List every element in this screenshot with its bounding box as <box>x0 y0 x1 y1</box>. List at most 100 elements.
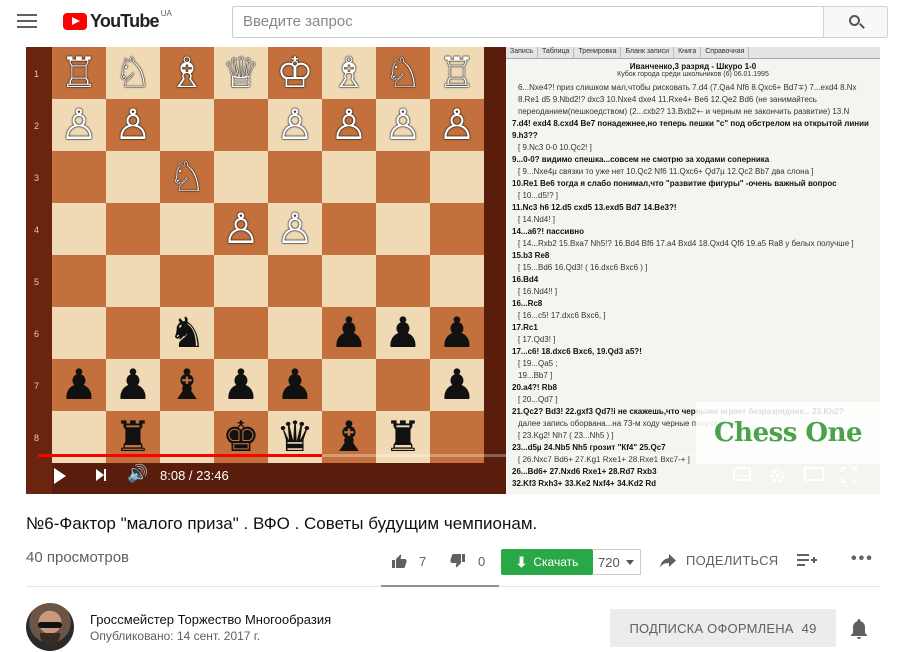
board-square: ♕ <box>214 47 268 99</box>
notation-line: [ 10...d5!? ] <box>518 191 559 200</box>
download-quality-select[interactable]: 720 <box>593 549 641 575</box>
settings-icon[interactable] <box>769 467 786 488</box>
add-to-playlist-icon[interactable] <box>797 553 817 567</box>
avatar[interactable] <box>26 603 74 651</box>
board-square <box>214 307 268 359</box>
black-pawn-icon: ♟ <box>330 309 368 356</box>
notation-tab[interactable]: Книга <box>674 47 702 58</box>
logo-region: UA <box>160 9 172 18</box>
video-player[interactable]: 1 2 3 4 5 6 7 8 ♖ ♘ ♗ ♕ ♔ ♗ ♘ ♖ ♙ ♙ ♙ ♙ ♙ ♙ ♘ ♙ ♙ ♞ ♟ ♟ ♟ ♟ ♟ ♝ ♟ ♟ ♟ ♜ ♚ ♛ ♝… <box>26 47 880 494</box>
board-square <box>322 203 376 255</box>
game-subheading: Кубок города среди школьников (6) 06.01.… <box>617 71 769 78</box>
chess-board-frame: 1 2 3 4 5 6 7 8 ♖ ♘ ♗ ♕ ♔ ♗ ♘ ♖ ♙ ♙ ♙ ♙ ♙ ♙ ♘ ♙ ♙ ♞ ♟ ♟ ♟ ♟ ♟ ♝ ♟ ♟ ♟ ♜ ♚ ♛ ♝… <box>26 47 506 494</box>
board-square <box>376 151 430 203</box>
search-button[interactable] <box>823 6 888 38</box>
board-square <box>214 99 268 151</box>
notation-line: [ 16.Nd4!! ] <box>518 287 558 296</box>
subscribe-label: ПОДПИСКА ОФОРМЛЕНА <box>629 620 794 636</box>
theater-mode-icon[interactable] <box>804 467 824 485</box>
notation-line: 8.Re1 d5 9.Nbd2!? dxc3 10.Nxe4 dxe4 11.R… <box>518 95 817 104</box>
board-square <box>376 203 430 255</box>
notation-tab[interactable]: Бланк записи <box>621 47 675 58</box>
black-pawn-icon: ♟ <box>276 361 314 408</box>
black-rook-icon: ♜ <box>114 413 152 460</box>
dislike-button[interactable]: 0 <box>450 553 485 569</box>
progress-fill <box>38 454 322 457</box>
progress-bar[interactable] <box>38 454 868 457</box>
more-options-icon[interactable]: ••• <box>851 550 874 568</box>
board-square <box>322 255 376 307</box>
notation-line: [ 17.Qd3! ] <box>518 335 556 344</box>
notation-line: 16...Rc8 <box>512 299 543 308</box>
like-button[interactable]: 7 <box>391 553 426 569</box>
share-button[interactable]: ПОДЕЛИТЬСЯ <box>660 553 778 568</box>
volume-icon[interactable]: 🔊 <box>127 464 148 484</box>
dislike-count: 0 <box>478 553 486 569</box>
download-arrow-icon: ⬇ <box>515 553 528 570</box>
notation-line: 17...c6! 18.dxc6 Bxc6, 19.Qd3 a5?! <box>512 347 642 356</box>
board-square: ♙ <box>268 99 322 151</box>
black-pawn-icon: ♟ <box>222 361 260 408</box>
black-knight-icon: ♞ <box>168 309 206 356</box>
board-square: ♟ <box>52 359 106 411</box>
notation-line: 17.Rc1 <box>512 323 538 332</box>
board-square <box>322 151 376 203</box>
white-knight-icon: ♘ <box>168 153 206 200</box>
black-bishop-icon: ♝ <box>330 413 368 460</box>
notation-tab[interactable]: Тренировка <box>574 47 622 58</box>
notation-line: 20.a4?! Rb8 <box>512 383 557 392</box>
video-title: №6-Фактор "малого приза" . ВФО . Советы … <box>26 514 538 533</box>
board-square: ♙ <box>430 99 484 151</box>
youtube-logo[interactable]: YouTube UA <box>63 9 172 32</box>
board-square <box>268 151 322 203</box>
notation-tab[interactable]: Таблица <box>538 47 575 58</box>
white-rook-icon: ♖ <box>438 49 476 96</box>
thumbs-down-icon <box>450 554 465 568</box>
play-icon[interactable] <box>54 468 66 484</box>
board-square <box>430 255 484 307</box>
watermark-text: Chess One <box>713 418 863 448</box>
white-king-icon: ♔ <box>276 49 314 96</box>
rank-label: 6 <box>34 329 40 339</box>
black-pawn-icon: ♟ <box>60 361 98 408</box>
white-pawn-icon: ♙ <box>384 101 422 148</box>
notation-tab[interactable]: Запись <box>506 47 538 58</box>
channel-name[interactable]: Гроссмейстер Торжество Многообразия <box>90 612 331 627</box>
subtitles-icon[interactable] <box>733 467 751 485</box>
player-controls: 🔊 8:08 / 23:46 <box>26 458 880 494</box>
chevron-down-icon <box>625 559 634 565</box>
board-square: ♙ <box>376 99 430 151</box>
menu-icon[interactable] <box>17 14 37 28</box>
time-display: 8:08 / 23:46 <box>160 468 229 483</box>
notation-line: 9.h3?? <box>512 131 538 140</box>
rank-label: 4 <box>34 225 40 235</box>
board-square <box>160 203 214 255</box>
notation-line: [ 9...Nxe4µ связки то уже нет 10.Qc2 Nf6… <box>518 167 814 176</box>
board-square: ♘ <box>160 151 214 203</box>
action-bar: 7 0 ⬇ Скачать 720 ПОДЕЛИТЬСЯ ••• <box>0 547 900 577</box>
fullscreen-icon[interactable] <box>840 466 858 487</box>
white-pawn-icon: ♙ <box>276 101 314 148</box>
board-square: ♟ <box>322 307 376 359</box>
black-pawn-icon: ♟ <box>114 361 152 408</box>
board-square: ♙ <box>106 99 160 151</box>
board-square <box>52 255 106 307</box>
notation-line: [ 14...Rxb2 15.Bxa7 Nh5!? 16.Bd4 Bf6 17.… <box>518 239 854 248</box>
notation-tab[interactable]: Справочная <box>701 47 750 58</box>
search-input[interactable]: Введите запрос <box>232 6 824 38</box>
rank-label: 2 <box>34 121 40 131</box>
next-icon[interactable] <box>96 468 106 486</box>
board-square: ♙ <box>52 99 106 151</box>
subscribe-button[interactable]: ПОДПИСКА ОФОРМЛЕНА 49 <box>610 609 836 647</box>
notation-line: 16.Bd4 <box>512 275 539 284</box>
board-square: ♘ <box>376 47 430 99</box>
notification-bell-icon[interactable] <box>850 619 868 639</box>
board-square <box>214 255 268 307</box>
board-square: ♗ <box>160 47 214 99</box>
board-square: ♘ <box>106 47 160 99</box>
board-square <box>106 255 160 307</box>
board-square: ♟ <box>268 359 322 411</box>
board-square <box>160 255 214 307</box>
chess-board: ♖ ♘ ♗ ♕ ♔ ♗ ♘ ♖ ♙ ♙ ♙ ♙ ♙ ♙ ♘ ♙ ♙ ♞ ♟ ♟ ♟ ♟ ♟ ♝ ♟ ♟ ♟ ♜ ♚ ♛ ♝ ♜ <box>52 47 484 494</box>
download-button[interactable]: ⬇ Скачать <box>501 549 593 575</box>
